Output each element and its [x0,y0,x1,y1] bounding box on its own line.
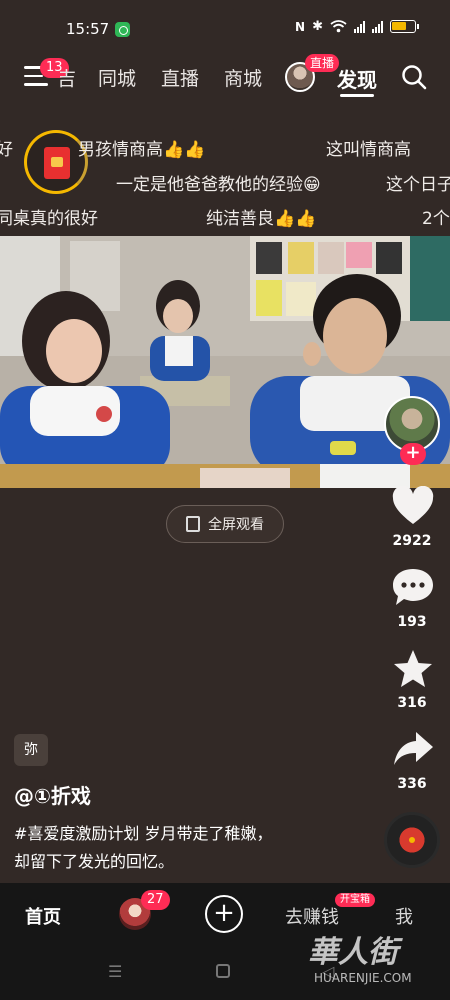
battery-icon [390,20,419,33]
fullscreen-button[interactable]: 全屏观看 [166,505,284,543]
comment-icon[interactable] [391,566,435,608]
home-icon[interactable] [216,964,230,978]
svg-text:HUARENJIE.COM: HUARENJIE.COM [314,971,412,985]
svg-text:華人街: 華人街 [308,935,403,970]
active-tab-indicator [340,94,374,97]
share-count: 336 [397,776,427,792]
follow-button[interactable]: + [400,443,426,465]
tab-discover[interactable]: 发现 [337,64,377,93]
tab-live[interactable]: 直播 [161,64,199,91]
tab-me[interactable]: 我 [395,903,413,929]
danmaku-comment: 同桌真的很好 [0,209,98,229]
danmaku-comment: 纯洁善良👍👍 [206,209,317,229]
tab-mall[interactable]: 商城 [224,64,262,91]
status-icons: N ✱ [295,19,419,34]
watermark-logo: 華人街 HUARENJIE.COM [308,935,412,985]
fullscreen-icon [186,516,200,532]
status-time: 15:57 [66,20,110,38]
danmaku-comment: 好 [0,140,13,160]
like-count: 2922 [392,533,432,549]
danmaku-comment: 一定是他爸爸教他的经验😁 [116,175,321,195]
caption-line: 却留下了发光的回忆。 [14,852,175,871]
signal-icon-2 [372,20,383,33]
recent-apps-icon[interactable]: ☰ [108,962,122,981]
tab-home[interactable]: 首页 [25,903,61,929]
signal-icon [354,20,365,33]
create-button[interactable]: + [205,895,243,933]
treasure-badge: 开宝箱 [335,893,375,907]
favorite-count: 316 [397,695,427,711]
tab-nearby[interactable]: 同城 [98,64,136,91]
tag-chip[interactable]: 弥 [14,734,48,766]
share-icon[interactable] [391,728,435,770]
live-badge: 直播 [305,54,340,72]
tab-partial[interactable]: 吉 [60,64,76,91]
heart-icon[interactable] [391,486,435,528]
comment-count: 193 [397,614,427,630]
wifi-icon [330,20,347,33]
video-player[interactable] [0,236,450,488]
friends-badge: 27 [141,890,170,910]
author-name[interactable]: @①折戏 [14,780,91,809]
nfc-icon: N [295,19,306,34]
danmaku-comment: 男孩情商高👍👍 [78,140,206,160]
video-frame-image [0,236,450,488]
danmaku-comment: 这叫情商高 [326,140,411,160]
bluetooth-icon: ✱ [312,19,323,34]
star-icon[interactable] [391,648,435,690]
music-disc-icon[interactable] [384,812,440,868]
danmaku-comment: 2个 [422,209,450,229]
tab-earn[interactable]: 去赚钱 [285,903,339,929]
danmaku-comment: 这个日子 [386,175,450,195]
search-icon[interactable] [401,64,427,90]
fullscreen-label: 全屏观看 [208,517,264,533]
app-notification-icon [115,22,130,37]
caption-line: #喜爱度激励计划 岁月带走了稚嫩， [14,824,273,843]
